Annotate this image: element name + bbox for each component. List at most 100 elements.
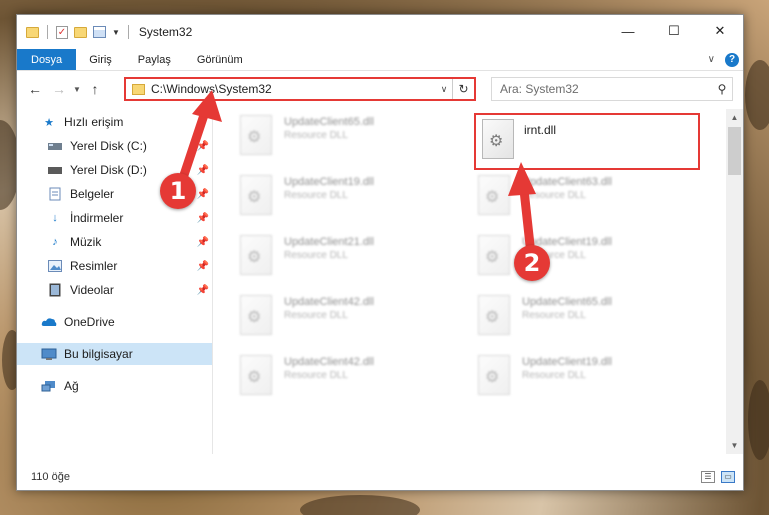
file-tile[interactable]: UpdateClient19.dllResource DLL [478, 235, 678, 283]
file-type: Resource DLL [284, 250, 348, 261]
tiles-view-icon[interactable]: ▭ [721, 471, 735, 483]
drive-icon [47, 139, 63, 153]
file-tile[interactable]: UpdateClient19.dll Resource DLL [478, 355, 678, 403]
sidebar-item-this-pc[interactable]: Bu bilgisayar [17, 343, 212, 365]
file-type: Resource DLL [522, 370, 586, 381]
folder-icon[interactable] [26, 26, 39, 38]
file-tile[interactable]: UpdateClient19.dllResource DLL [240, 175, 440, 223]
file-tile[interactable]: UpdateClient42.dll Resource DLL [240, 355, 440, 403]
file-name: UpdateClient65.dll [284, 116, 374, 128]
sidebar-item-downloads[interactable]: ↓ İndirmeler 📌 [47, 207, 209, 229]
dll-file-icon [240, 295, 272, 335]
video-icon [47, 283, 63, 297]
scroll-thumb[interactable] [728, 127, 741, 175]
refresh-icon[interactable]: ↻ [452, 79, 474, 99]
file-name: irnt.dll [524, 123, 557, 137]
up-button[interactable]: ↑ [83, 81, 107, 97]
help-icon[interactable]: ? [725, 52, 739, 67]
sidebar-item-label: Belgeler [70, 187, 115, 201]
sidebar-item-label: Müzik [70, 235, 102, 249]
file-type: Resource DLL [284, 190, 348, 201]
file-tile[interactable]: UpdateClient21.dll Resource DLL [240, 235, 440, 283]
pin-icon[interactable]: 📌 [197, 237, 209, 248]
documents-icon [47, 187, 63, 201]
sidebar-item-onedrive[interactable]: OneDrive [41, 311, 201, 333]
sidebar-item-quick-access[interactable]: ★ Hızlı erişim [41, 111, 201, 133]
expand-ribbon-icon[interactable]: ∨ [708, 54, 715, 65]
pin-icon[interactable]: 📌 [197, 213, 209, 224]
sidebar-item-pictures[interactable]: Resimler 📌 [47, 255, 209, 277]
chevron-down-icon[interactable]: ∨ [436, 84, 452, 95]
dll-file-icon [482, 119, 514, 159]
wallpaper-stripe [748, 380, 769, 460]
dll-file-icon [478, 355, 510, 395]
status-bar: 110 öğe ☰ ▭ [17, 464, 743, 490]
ribbon-right: ∨ ? [708, 49, 743, 70]
pin-icon[interactable]: 📌 [197, 141, 209, 152]
sidebar-item-label: Ağ [64, 379, 79, 393]
file-tile[interactable]: UpdateClient65.dll Resource DLL [240, 115, 440, 163]
tab-share[interactable]: Paylaş [125, 49, 184, 70]
dll-file-icon [478, 295, 510, 335]
navigation-pane: ★ Hızlı erişim Yerel Disk (C:) 📌 Yerel D… [17, 109, 213, 454]
file-tile[interactable]: UpdateClient42.dll Resource DLL [240, 295, 440, 343]
separator [47, 25, 48, 39]
file-name: UpdateClient19.dll [522, 356, 612, 368]
highlighted-file[interactable]: irnt.dll [474, 113, 700, 170]
ribbon-tabs: Dosya Giriş Paylaş Görünüm ∨ ? [17, 49, 743, 71]
new-folder-icon[interactable] [74, 26, 87, 38]
tab-home[interactable]: Giriş [76, 49, 125, 70]
file-tile[interactable]: UpdateClient65.dll Resource DLL [478, 295, 678, 343]
pin-icon[interactable]: 📌 [197, 165, 209, 176]
sidebar-item-network[interactable]: Ağ [41, 375, 201, 397]
properties-icon[interactable] [93, 26, 106, 38]
sidebar-item-music[interactable]: ♪ Müzik 📌 [47, 231, 209, 253]
step-badge-2: 2 [514, 245, 550, 281]
properties-check-icon[interactable]: ✓ [56, 25, 68, 39]
scroll-up-icon[interactable]: ▲ [726, 109, 743, 126]
wallpaper-stripe [745, 60, 769, 130]
tab-view[interactable]: Görünüm [184, 49, 256, 70]
sidebar-item-label: Videolar [70, 283, 114, 297]
maximize-button[interactable]: ☐ [651, 15, 697, 47]
window-controls: — ☐ ✕ [605, 15, 743, 47]
minimize-button[interactable]: — [605, 15, 651, 47]
file-name: UpdateClient21.dll [284, 236, 374, 248]
details-view-icon[interactable]: ☰ [701, 471, 715, 483]
vertical-scrollbar[interactable]: ▲ ▼ [726, 109, 743, 454]
recent-locations-icon[interactable]: ▼ [71, 85, 83, 94]
file-tile[interactable]: UpdateClient63.dll Resource DLL [478, 175, 678, 223]
address-bar[interactable]: C:\Windows\System32 ∨ ↻ [124, 77, 476, 101]
forward-button[interactable]: → [47, 81, 71, 97]
pictures-icon [47, 259, 63, 273]
close-button[interactable]: ✕ [697, 15, 743, 47]
network-icon [41, 379, 57, 393]
pin-icon[interactable]: 📌 [197, 189, 209, 200]
music-icon: ♪ [52, 236, 58, 248]
chevron-down-icon[interactable]: ▼ [112, 28, 120, 37]
drive-icon [47, 163, 63, 177]
explorer-window: ✓ ▼ System32 — ☐ ✕ Dosya Giriş Paylaş Gö… [16, 14, 744, 491]
dll-file-icon [478, 235, 510, 275]
wallpaper-stripe [300, 495, 420, 515]
scroll-down-icon[interactable]: ▼ [726, 437, 743, 454]
sidebar-item-label: Yerel Disk (C:) [70, 139, 147, 153]
address-path[interactable]: C:\Windows\System32 [151, 82, 436, 96]
file-type: Resource DLL [522, 190, 586, 201]
file-type: Resource DLL [284, 130, 348, 141]
search-placeholder[interactable]: Ara: System32 [500, 82, 712, 96]
pin-icon[interactable]: 📌 [197, 285, 209, 296]
sidebar-item-disk-c[interactable]: Yerel Disk (C:) 📌 [47, 135, 209, 157]
sidebar-item-videos[interactable]: Videolar 📌 [47, 279, 209, 301]
dll-file-icon [240, 115, 272, 155]
search-icon[interactable]: ⚲ [712, 82, 732, 96]
dll-file-icon [478, 175, 510, 215]
search-box[interactable]: Ara: System32 ⚲ [491, 77, 733, 101]
tab-file[interactable]: Dosya [17, 49, 77, 70]
pin-icon[interactable]: 📌 [197, 261, 209, 272]
navigation-bar: ← → ▼ ↑ C:\Windows\System32 ∨ ↻ Ara: Sys… [17, 75, 743, 103]
file-type: Resource DLL [284, 370, 348, 381]
file-type: Resource DLL [284, 310, 348, 321]
file-list: UpdateClient65.dll Resource DLL UpdateCli… [214, 109, 726, 454]
back-button[interactable]: ← [23, 81, 47, 97]
